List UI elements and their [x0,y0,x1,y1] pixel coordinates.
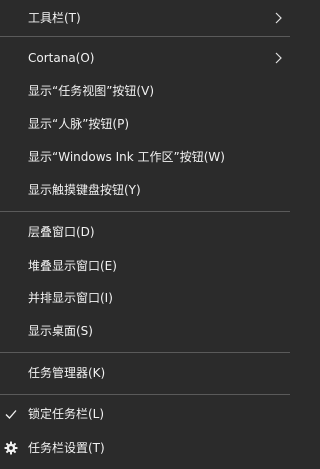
menu-item-label: 显示“Windows Ink 工作区”按钮(W) [28,150,225,164]
chevron-right-icon [275,12,282,24]
menu-item-show-windows-stacked[interactable]: 堆叠显示窗口(E) [0,248,290,284]
menu-item-show-people-button[interactable]: 显示“人脉”按钮(P) [0,106,290,142]
menu-separator [0,36,290,37]
menu-separator [0,211,290,212]
menu-item-show-windows-side-by-side[interactable]: 并排显示窗口(I) [0,280,290,316]
chevron-right-icon [275,52,282,64]
menu-item-label: 工具栏(T) [28,11,81,25]
menu-item-task-manager[interactable]: 任务管理器(K) [0,355,290,391]
menu-item-cascade-windows[interactable]: 层叠窗口(D) [0,214,290,250]
menu-item-label: 显示桌面(S) [28,324,93,338]
gear-icon [4,441,18,455]
menu-item-label: 任务栏设置(T) [28,441,105,455]
menu-item-label: Cortana(O) [28,51,95,65]
menu-item-label: 显示“人脉”按钮(P) [28,117,130,131]
menu-item-show-desktop[interactable]: 显示桌面(S) [0,313,290,349]
menu-item-label: 显示触摸键盘按钮(Y) [28,183,141,197]
menu-separator [0,394,290,395]
menu-item-label: 层叠窗口(D) [28,225,95,239]
menu-item-label: 锁定任务栏(L) [28,407,105,421]
menu-item-show-windows-ink-button[interactable]: 显示“Windows Ink 工作区”按钮(W) [0,139,290,175]
menu-separator [0,352,290,353]
menu-item-taskbar-settings[interactable]: 任务栏设置(T) [0,430,290,466]
menu-item-show-touch-keyboard-button[interactable]: 显示触摸键盘按钮(Y) [0,172,290,208]
checkmark-icon [5,410,17,419]
menu-item-cortana[interactable]: Cortana(O) [0,40,290,76]
menu-item-label: 任务管理器(K) [28,366,106,380]
menu-item-lock-taskbar[interactable]: 锁定任务栏(L) [0,396,290,432]
menu-item-show-task-view-button[interactable]: 显示“任务视图”按钮(V) [0,73,290,109]
menu-item-label: 堆叠显示窗口(E) [28,259,117,273]
menu-item-toolbars[interactable]: 工具栏(T) [0,0,290,36]
menu-item-label: 显示“任务视图”按钮(V) [28,84,155,98]
menu-item-label: 并排显示窗口(I) [28,291,113,305]
taskbar-context-menu: 工具栏(T) Cortana(O) 显示“任务视图”按钮(V) 显示“人脉”按钮… [0,0,290,469]
